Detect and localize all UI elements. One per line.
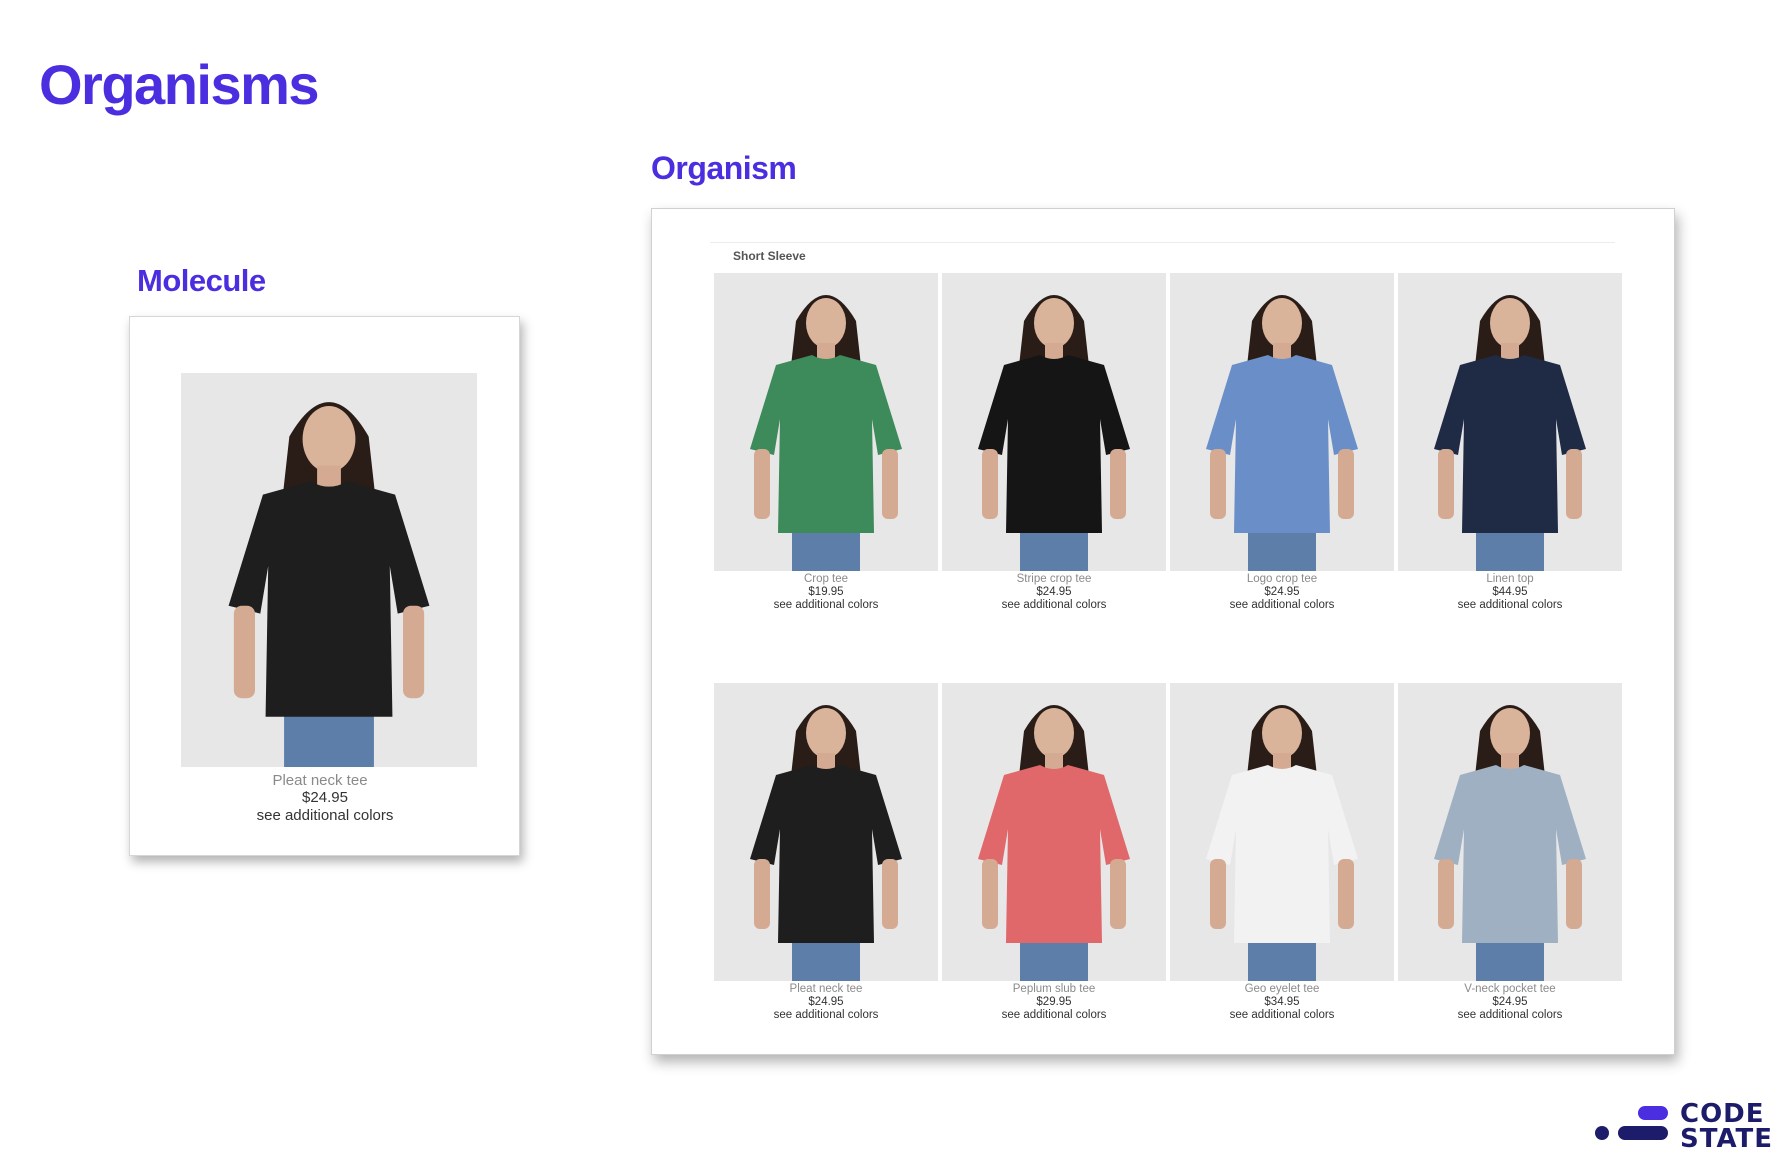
section-title: Short Sleeve — [733, 249, 806, 263]
see-additional-colors-link[interactable]: see additional colors — [942, 599, 1166, 612]
product-price: $24.95 — [808, 996, 844, 1008]
product-price: $24.95 — [1264, 586, 1300, 598]
product-card[interactable]: Peplum slub tee $29.95 see additional colo… — [942, 683, 1166, 1022]
product-photo[interactable] — [942, 683, 1166, 981]
product-price: $29.95 — [1036, 996, 1072, 1008]
product-card[interactable]: Geo eyelet tee $34.95 see additional color… — [1170, 683, 1394, 1022]
product-name[interactable]: V-neck pocket tee — [1398, 983, 1622, 996]
product-photo[interactable] — [1170, 273, 1394, 571]
see-additional-colors-link[interactable]: see additional colors — [1398, 1009, 1622, 1022]
molecule-heading: Molecule — [137, 263, 266, 298]
product-photo[interactable] — [1398, 683, 1622, 981]
product-card[interactable]: Stripe crop tee $24.95 see additional colo… — [942, 273, 1166, 612]
product-price: $24.95 — [302, 789, 348, 806]
product-price: $44.95 — [1492, 586, 1528, 598]
product-card[interactable]: Pleat neck tee $24.95 see additional color… — [714, 683, 938, 1022]
see-additional-colors-link[interactable]: see additional colors — [714, 599, 938, 612]
molecule-product-card[interactable]: Pleat neck tee $24.95 see additional col… — [129, 316, 520, 856]
product-name[interactable]: Pleat neck tee — [714, 983, 938, 996]
product-price: $24.95 — [1036, 586, 1072, 598]
divider — [710, 242, 1615, 243]
product-photo[interactable] — [1398, 273, 1622, 571]
product-price: $24.95 — [1492, 996, 1528, 1008]
product-card[interactable]: Crop tee $19.95 see additional colors — [714, 273, 938, 612]
product-name[interactable]: Logo crop tee — [1170, 573, 1394, 586]
product-photo[interactable] — [714, 683, 938, 981]
product-price: $34.95 — [1264, 996, 1300, 1008]
see-additional-colors-link[interactable]: see additional colors — [130, 807, 520, 824]
see-additional-colors-link[interactable]: see additional colors — [1398, 599, 1622, 612]
organism-product-grid-panel: Short Sleeve Crop tee $19.95 see additiona… — [651, 208, 1675, 1055]
product-price: $19.95 — [808, 586, 844, 598]
product-photo[interactable] — [1170, 683, 1394, 981]
product-card[interactable]: Logo crop tee $24.95 see additional colors — [1170, 273, 1394, 612]
see-additional-colors-link[interactable]: see additional colors — [942, 1009, 1166, 1022]
see-additional-colors-link[interactable]: see additional colors — [1170, 599, 1394, 612]
product-name[interactable]: Geo eyelet tee — [1170, 983, 1394, 996]
product-name[interactable]: Linen top — [1398, 573, 1622, 586]
product-photo[interactable] — [942, 273, 1166, 571]
product-card[interactable]: Linen top $44.95 see additional colors — [1398, 273, 1622, 612]
product-name[interactable]: Peplum slub tee — [942, 983, 1166, 996]
codestates-logo-text: CODE STATES — [1680, 1101, 1774, 1154]
product-name[interactable]: Stripe crop tee — [942, 573, 1166, 586]
product-photo[interactable] — [181, 373, 477, 767]
product-card[interactable]: V-neck pocket tee $24.95 see additional co… — [1398, 683, 1622, 1022]
see-additional-colors-link[interactable]: see additional colors — [714, 1009, 938, 1022]
product-row: Pleat neck tee $24.95 see additional color… — [714, 683, 1624, 1033]
see-additional-colors-link[interactable]: see additional colors — [1170, 1009, 1394, 1022]
product-name[interactable]: Pleat neck tee — [130, 772, 510, 789]
product-photo[interactable] — [714, 273, 938, 571]
product-name[interactable]: Crop tee — [714, 573, 938, 586]
page-title: Organisms — [39, 53, 320, 116]
organism-heading: Organism — [651, 150, 797, 186]
product-row: Crop tee $19.95 see additional colors Stri… — [714, 273, 1624, 623]
logo-line-states: STATES — [1680, 1124, 1774, 1154]
